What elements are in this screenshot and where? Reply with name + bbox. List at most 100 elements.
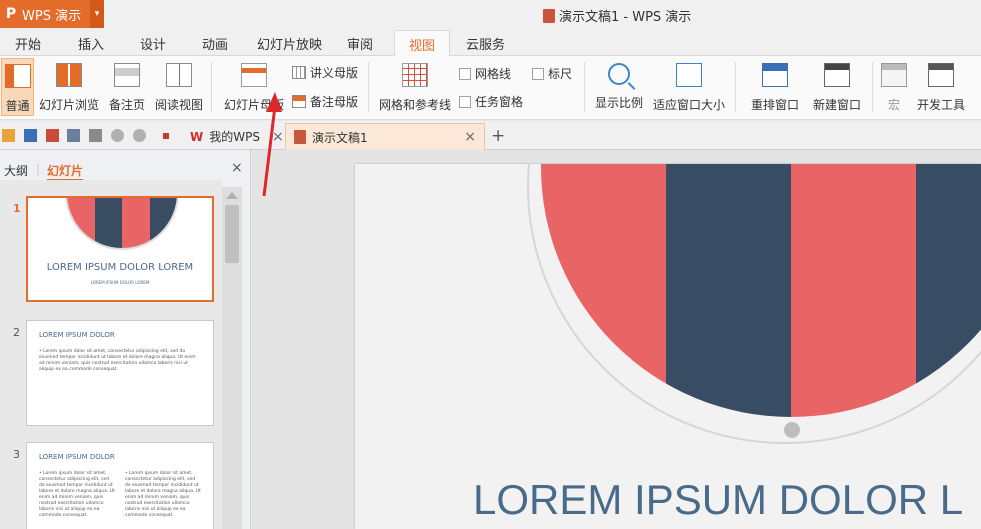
tab-animation[interactable]: 动画: [202, 34, 228, 53]
chevron-down-icon[interactable]: ▾: [90, 0, 104, 28]
doc-tab-presentation1[interactable]: 演示文稿1 ×: [285, 123, 485, 150]
print-preview-icon[interactable]: [89, 129, 102, 142]
title-bar: P WPS 演示 ▾ 演示文稿1 - WPS 演示: [0, 0, 981, 30]
arrange-window-button[interactable]: 重排窗口: [745, 58, 805, 116]
slide-thumbnail-2[interactable]: LOREM IPSUM DOLOR • Lorem ipsum dolor si…: [26, 320, 214, 426]
thumbnail-heading: LOREM IPSUM DOLOR: [39, 453, 115, 461]
task-pane-label: 任务窗格: [475, 95, 524, 109]
new-tab-plus-icon[interactable]: +: [491, 126, 505, 146]
gridlines-checkbox[interactable]: 网格线: [459, 65, 511, 82]
ribbon-separator: [872, 62, 873, 112]
normal-view-icon: [4, 64, 31, 88]
close-icon[interactable]: ×: [231, 160, 243, 176]
notes-master-label: 备注母版: [310, 95, 359, 109]
new-window-button[interactable]: 新建窗口: [812, 58, 862, 116]
developer-tools-label: 开发工具: [916, 98, 965, 112]
window-title-text: 演示文稿1 - WPS 演示: [559, 10, 692, 25]
task-pane-checkbox[interactable]: 任务窗格: [459, 93, 523, 110]
thumbnail-title: LOREM IPSUM DOLOR LOREM: [46, 262, 194, 273]
app-name: WPS 演示: [22, 8, 82, 24]
notes-page-label: 备注页: [108, 98, 145, 112]
wps-logo-icon: P: [5, 6, 17, 22]
new-window-icon: [824, 63, 850, 87]
reading-view-label: 阅读视图: [154, 98, 203, 112]
thumbnail-subtitle: LOREM IPSUM DOLOR LOREM: [90, 280, 150, 285]
normal-view-button[interactable]: 普通: [1, 58, 34, 116]
tab-slideshow[interactable]: 幻灯片放映: [257, 34, 322, 53]
macro-label: 宏: [887, 98, 900, 112]
ribbon-separator: [584, 62, 585, 112]
notes-master-icon: [292, 95, 306, 108]
thumbnail-heading: LOREM IPSUM DOLOR: [39, 331, 115, 339]
arrange-window-label: 重排窗口: [750, 98, 799, 112]
scroll-up-icon[interactable]: [226, 192, 238, 199]
tab-cloud[interactable]: 云服务: [466, 34, 505, 53]
notes-page-button[interactable]: 备注页: [106, 58, 148, 116]
slide-canvas[interactable]: LOREM IPSUM DOLOR L: [252, 150, 981, 529]
handout-master-button[interactable]: 讲义母版: [292, 64, 358, 81]
presentation-file-icon: [543, 8, 555, 23]
undo-icon[interactable]: [111, 129, 124, 142]
tab-view[interactable]: 视图: [394, 30, 451, 57]
reading-view-icon: [166, 63, 192, 87]
grid-guides-label: 网格和参考线: [378, 98, 451, 112]
handout-master-label: 讲义母版: [310, 66, 359, 80]
slide-thumbnail-3[interactable]: LOREM IPSUM DOLOR • Lorem ipsum dolor si…: [26, 442, 214, 529]
grid-icon: [402, 63, 428, 87]
thumbnail-list[interactable]: 1 LOREM IPSUM DOLOR LOREM LOREM IPSUM DO…: [0, 180, 222, 529]
fit-window-icon: [676, 63, 702, 87]
reading-view-button[interactable]: 阅读视图: [154, 58, 204, 116]
slide-number: 1: [13, 202, 21, 215]
slide-sorter-button[interactable]: 幻灯片浏览: [38, 58, 100, 116]
notes-page-icon: [114, 63, 140, 87]
slide-number: 3: [13, 448, 20, 461]
developer-tools-button[interactable]: 开发工具: [914, 58, 968, 116]
customize-toolbar-icon[interactable]: [163, 133, 169, 139]
current-slide[interactable]: LOREM IPSUM DOLOR L: [355, 164, 981, 529]
zoom-label: 显示比例: [594, 96, 643, 110]
slide-thumbnail-1[interactable]: LOREM IPSUM DOLOR LOREM LOREM IPSUM DOLO…: [26, 196, 214, 302]
tab-divider: |: [36, 162, 41, 176]
save-icon[interactable]: [24, 129, 37, 142]
scrollbar-thumb[interactable]: [225, 205, 239, 263]
ruler-label: 标尺: [548, 67, 573, 81]
app-menu-button[interactable]: P WPS 演示 ▾: [0, 0, 104, 28]
open-folder-icon[interactable]: [2, 129, 15, 142]
fit-window-button[interactable]: 适应窗口大小: [652, 58, 726, 116]
gridlines-check-icon[interactable]: [459, 67, 471, 80]
tab-outline[interactable]: 大纲: [4, 162, 28, 179]
ribbon-separator: [368, 62, 369, 112]
slide-sorter-label: 幻灯片浏览: [38, 98, 99, 112]
redo-icon[interactable]: [133, 129, 146, 142]
wps-w-icon: W: [190, 129, 204, 144]
developer-tools-icon: [928, 63, 954, 87]
doc-tab-label: 演示文稿1: [312, 130, 368, 145]
print-icon[interactable]: [67, 129, 80, 142]
slides-panel-header: 大纲 | 幻灯片 ×: [0, 150, 251, 181]
thumbnail-scrollbar[interactable]: [222, 187, 242, 529]
ruler-check-icon[interactable]: [532, 67, 544, 80]
slide-title[interactable]: LOREM IPSUM DOLOR L: [473, 476, 963, 524]
notes-master-button[interactable]: 备注母版: [292, 93, 358, 110]
ribbon: 普通 幻灯片浏览 备注页 阅读视图 幻灯片母版 讲义母版 备注母版 网格和参考线…: [0, 56, 981, 120]
tab-insert[interactable]: 插入: [78, 34, 104, 53]
ruler-checkbox[interactable]: 标尺: [532, 65, 572, 82]
macro-button[interactable]: 宏: [880, 58, 908, 116]
tab-design[interactable]: 设计: [140, 34, 166, 53]
zoom-button[interactable]: 显示比例: [594, 58, 644, 116]
gridlines-label: 网格线: [475, 67, 512, 81]
task-pane-check-icon[interactable]: [459, 95, 471, 108]
arrange-window-icon: [762, 63, 788, 87]
close-icon[interactable]: ×: [464, 129, 476, 145]
striped-circle-graphic[interactable]: [541, 164, 981, 417]
thumbnail-body-col1: • Lorem ipsum dolor sit amet, consectetu…: [39, 471, 115, 518]
grid-guides-button[interactable]: 网格和参考线: [378, 58, 452, 116]
tab-review[interactable]: 审阅: [347, 34, 373, 53]
menu-bar: 开始 插入 设计 动画 幻灯片放映 审阅 视图 云服务: [0, 30, 981, 57]
rotation-handle[interactable]: [784, 422, 800, 438]
tab-slides[interactable]: 幻灯片: [47, 162, 84, 181]
slide-number: 2: [13, 326, 20, 339]
tab-home[interactable]: 开始: [15, 34, 41, 53]
slide-master-icon: [241, 63, 267, 87]
export-pdf-icon[interactable]: [46, 129, 59, 142]
